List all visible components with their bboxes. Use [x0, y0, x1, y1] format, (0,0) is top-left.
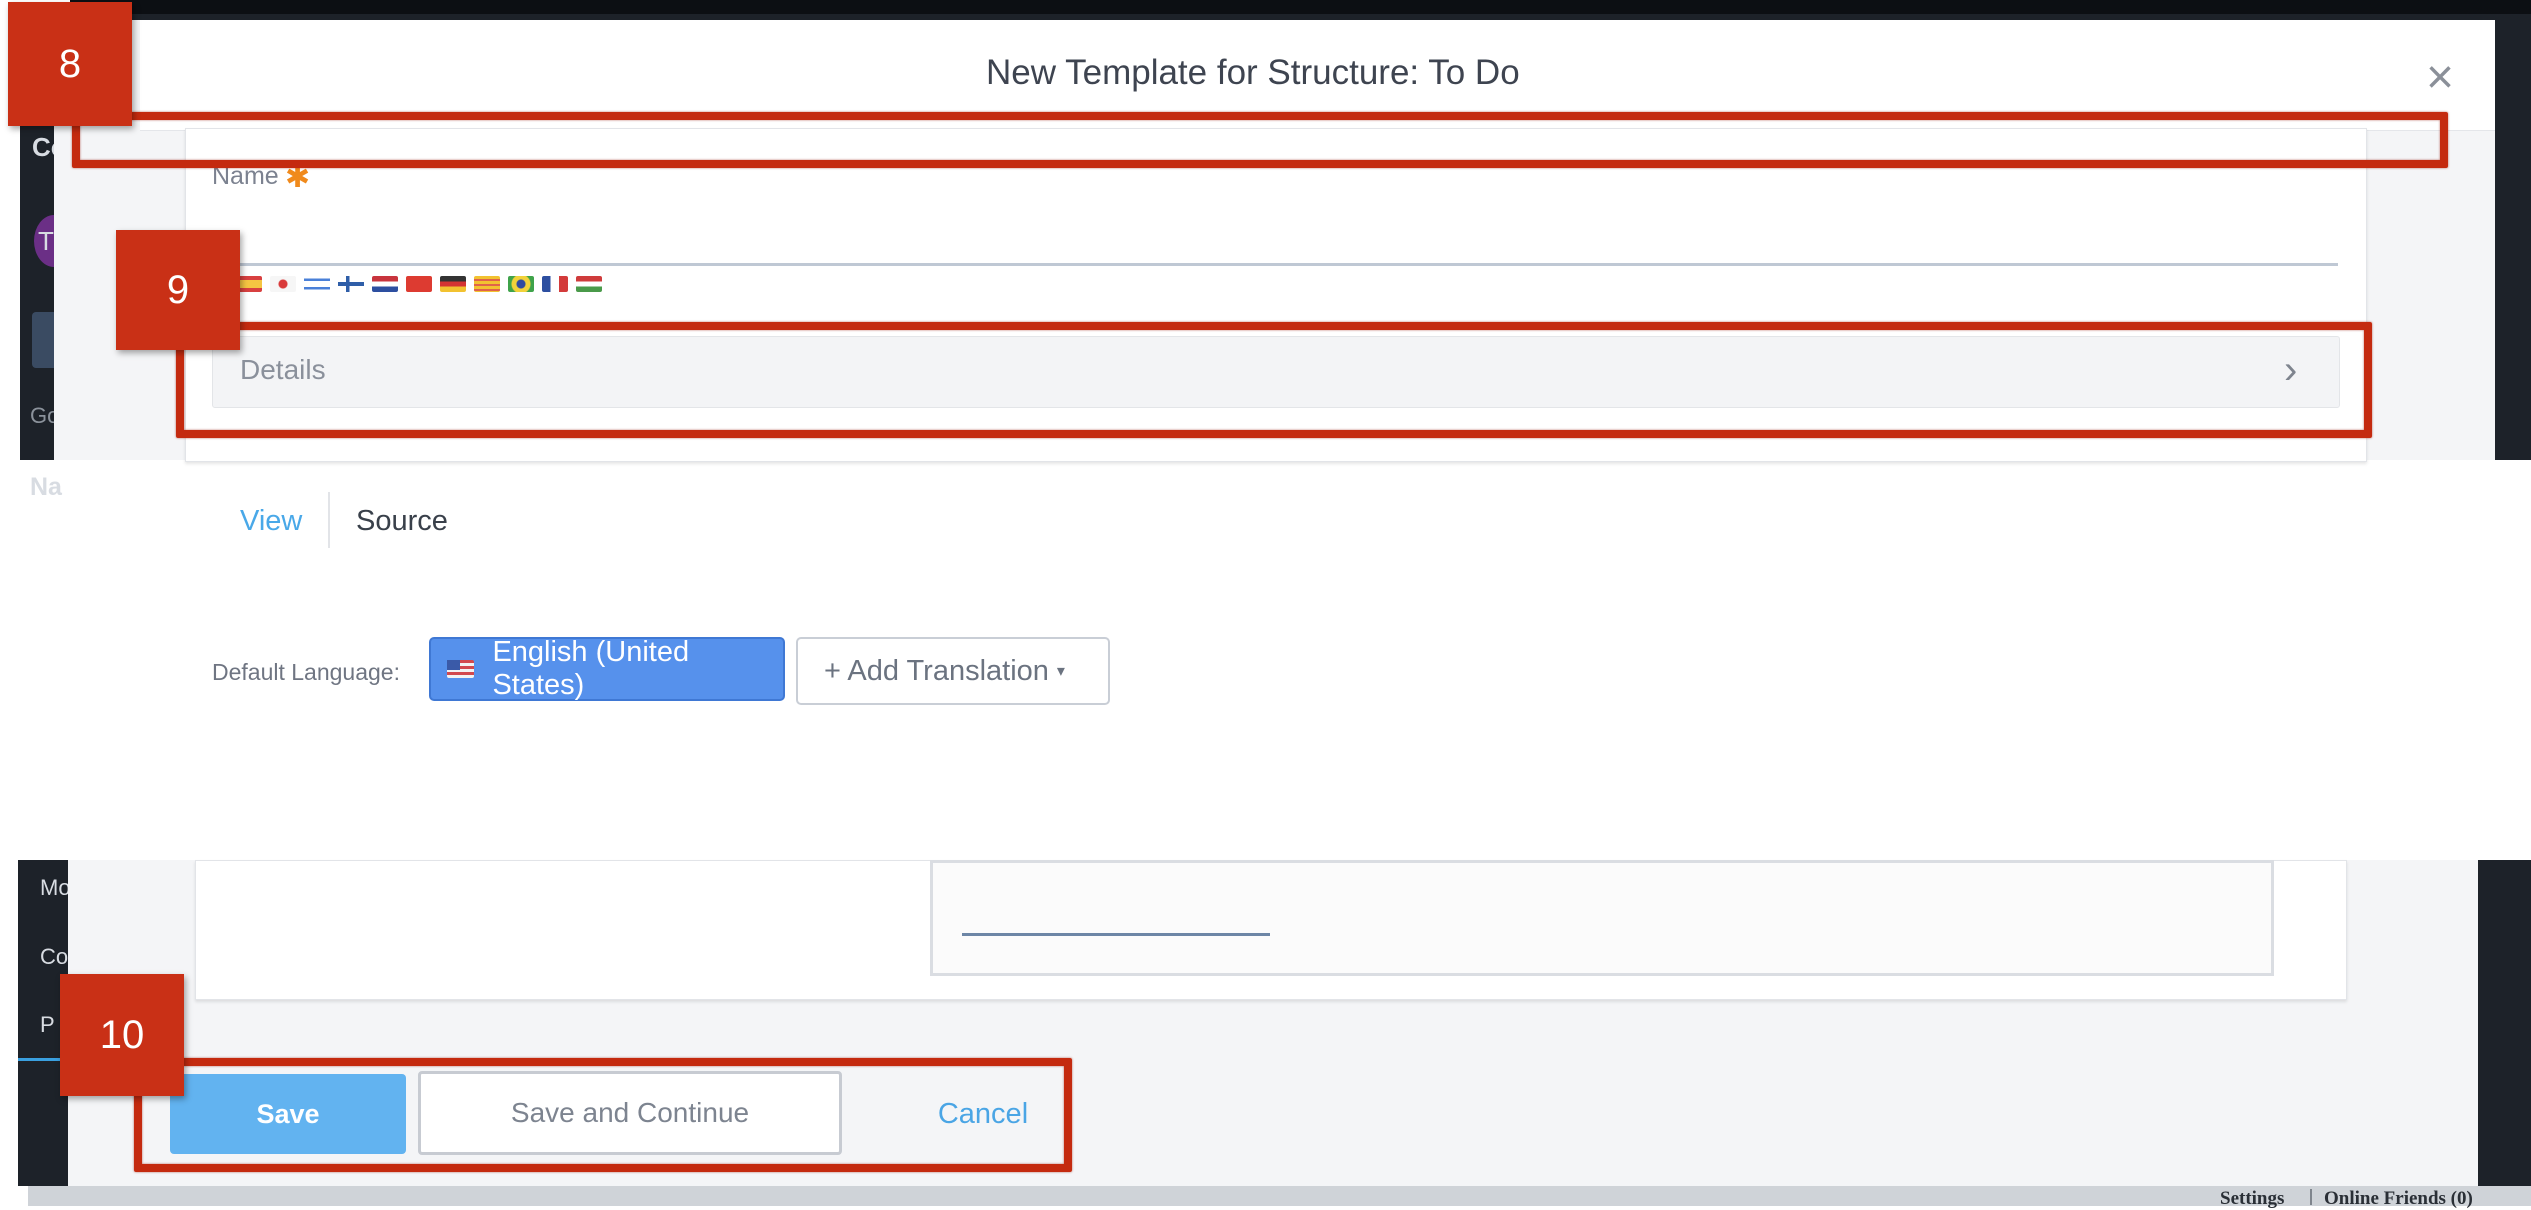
name-input[interactable]: [212, 205, 2338, 263]
sidebar-item-fragment: Mo: [40, 875, 71, 900]
app-top-bar: [70, 0, 2531, 14]
default-language-label: Default Language:: [212, 659, 400, 685]
france-flag-icon[interactable]: [542, 276, 568, 292]
online-friends-link[interactable]: Online Friends (0): [2324, 1188, 2473, 1210]
close-icon[interactable]: ×: [2426, 54, 2454, 102]
add-translation-button[interactable]: + Add Translation ▾: [796, 637, 1110, 705]
tab-view[interactable]: View: [240, 505, 302, 538]
germany-flag-icon[interactable]: [440, 276, 466, 292]
modal-title: New Template for Structure: To Do: [986, 53, 1520, 92]
annotation-callout-8: 8: [8, 2, 132, 126]
hungary-flag-icon[interactable]: [576, 276, 602, 292]
app-status-bar: [28, 1186, 2531, 1206]
netherlands-flag-icon[interactable]: [372, 276, 398, 292]
us-flag-icon: [447, 660, 475, 678]
name-input-underline: [212, 263, 2338, 266]
add-translation-label: + Add Translation: [824, 654, 1049, 687]
annotation-callout-10: 10: [60, 974, 184, 1096]
sidebar-item-fragment: Na: [30, 473, 62, 501]
default-language-value: English (United States): [492, 636, 690, 701]
annotation-highlight-9: [176, 322, 2372, 438]
avatar-letter: T: [38, 226, 54, 256]
catalonia-flag-icon[interactable]: [474, 276, 500, 292]
screenshot-gap: [0, 743, 2531, 860]
israel-flag-icon[interactable]: [304, 276, 330, 292]
brazil-flag-icon[interactable]: [508, 276, 534, 292]
annotation-callout-9: 9: [116, 230, 240, 350]
editor-text-underline: [962, 933, 1270, 936]
tab-source[interactable]: Source: [356, 505, 448, 538]
default-language-button[interactable]: English (United States): [429, 636, 785, 701]
language-flag-bar: [236, 276, 602, 292]
template-editor[interactable]: [930, 860, 2274, 976]
annotation-highlight-8: [72, 112, 2448, 168]
tab-divider: [328, 492, 330, 548]
annotation-highlight-10: [134, 1058, 1072, 1172]
settings-link[interactable]: Settings: [2220, 1188, 2284, 1210]
sidebar-item-fragment: Co: [40, 944, 69, 969]
caret-down-icon: ▾: [1056, 663, 1065, 680]
status-bar-divider: [2310, 1189, 2312, 1205]
china-flag-icon[interactable]: [406, 276, 432, 292]
sidebar-item-fragment: P: [40, 1012, 55, 1037]
finland-flag-icon[interactable]: [338, 276, 364, 292]
japan-flag-icon[interactable]: [270, 276, 296, 292]
